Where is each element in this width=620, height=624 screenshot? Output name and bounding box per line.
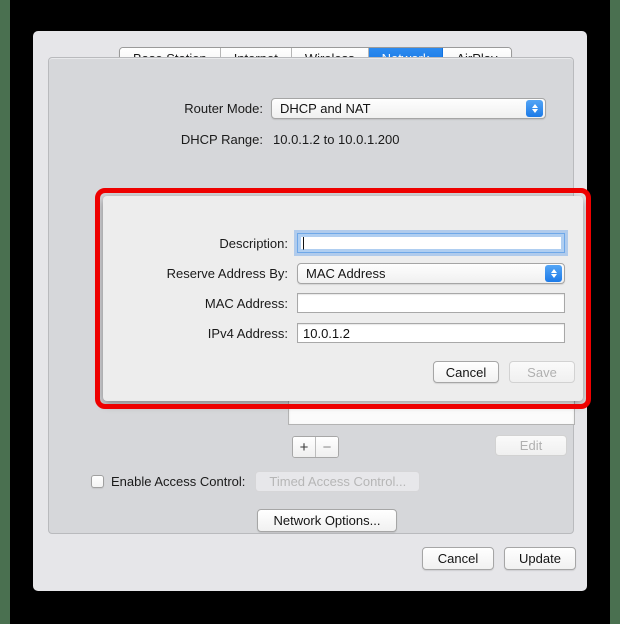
dhcp-range-label: DHCP Range: <box>180 132 263 147</box>
mac-address-input[interactable] <box>297 293 565 313</box>
airport-utility-window: Base Station Internet Wireless Network A… <box>33 31 591 591</box>
update-button[interactable]: Update <box>504 547 576 570</box>
dhcp-range-row: DHCP Range: 10.0.1.2 to 10.0.1.200 <box>49 132 559 147</box>
ipv4-address-value: 10.0.1.2 <box>303 325 350 341</box>
desktop-backdrop: Base Station Internet Wireless Network A… <box>0 0 620 624</box>
router-mode-label: Router Mode: <box>184 101 263 116</box>
chevron-updown-icon[interactable] <box>526 100 543 117</box>
reserve-address-by-select[interactable]: MAC Address <box>297 263 565 284</box>
router-mode-row: Router Mode: DHCP and NAT <box>49 98 559 119</box>
mac-address-label: MAC Address: <box>204 295 288 311</box>
router-mode-select[interactable]: DHCP and NAT <box>271 98 546 119</box>
ipv4-address-label: IPv4 Address: <box>207 325 288 341</box>
cancel-button[interactable]: Cancel <box>422 547 494 570</box>
window-footer-buttons: Cancel Update <box>422 547 576 570</box>
reserve-address-by-row: Reserve Address By: MAC Address <box>103 263 573 284</box>
mac-address-row: MAC Address: <box>103 293 573 313</box>
text-caret <box>303 236 304 250</box>
network-options-button[interactable]: Network Options... <box>257 509 397 532</box>
reserve-address-by-label: Reserve Address By: <box>166 266 288 281</box>
edit-reservation-button[interactable]: Edit <box>495 435 567 456</box>
sheet-save-button[interactable]: Save <box>509 361 575 383</box>
sheet-footer-buttons: Cancel Save <box>433 361 575 383</box>
enable-access-control-label: Enable Access Control: <box>111 474 246 489</box>
access-control-row: Enable Access Control: Timed Access Cont… <box>91 471 421 492</box>
sheet-cancel-button[interactable]: Cancel <box>433 361 499 383</box>
dhcp-reservation-sheet: Description: Reserve Address By: MAC Add… <box>103 196 583 401</box>
description-label: Description: <box>219 235 288 251</box>
dhcp-range-value: 10.0.1.2 to 10.0.1.200 <box>273 132 400 147</box>
ipv4-address-row: IPv4 Address: 10.0.1.2 <box>103 323 573 343</box>
add-reservation-button[interactable]: + <box>293 437 316 457</box>
description-input[interactable] <box>297 233 565 253</box>
enable-access-control-checkbox[interactable] <box>91 475 104 488</box>
description-row: Description: <box>103 233 573 253</box>
remove-reservation-button[interactable]: − <box>316 437 338 457</box>
reserve-address-by-value: MAC Address <box>306 266 386 281</box>
chevron-updown-icon[interactable] <box>545 265 562 282</box>
ipv4-address-input[interactable]: 10.0.1.2 <box>297 323 565 343</box>
list-add-remove-group: + − <box>292 436 339 458</box>
router-mode-value: DHCP and NAT <box>280 101 371 116</box>
timed-access-control-button[interactable]: Timed Access Control... <box>255 471 421 492</box>
